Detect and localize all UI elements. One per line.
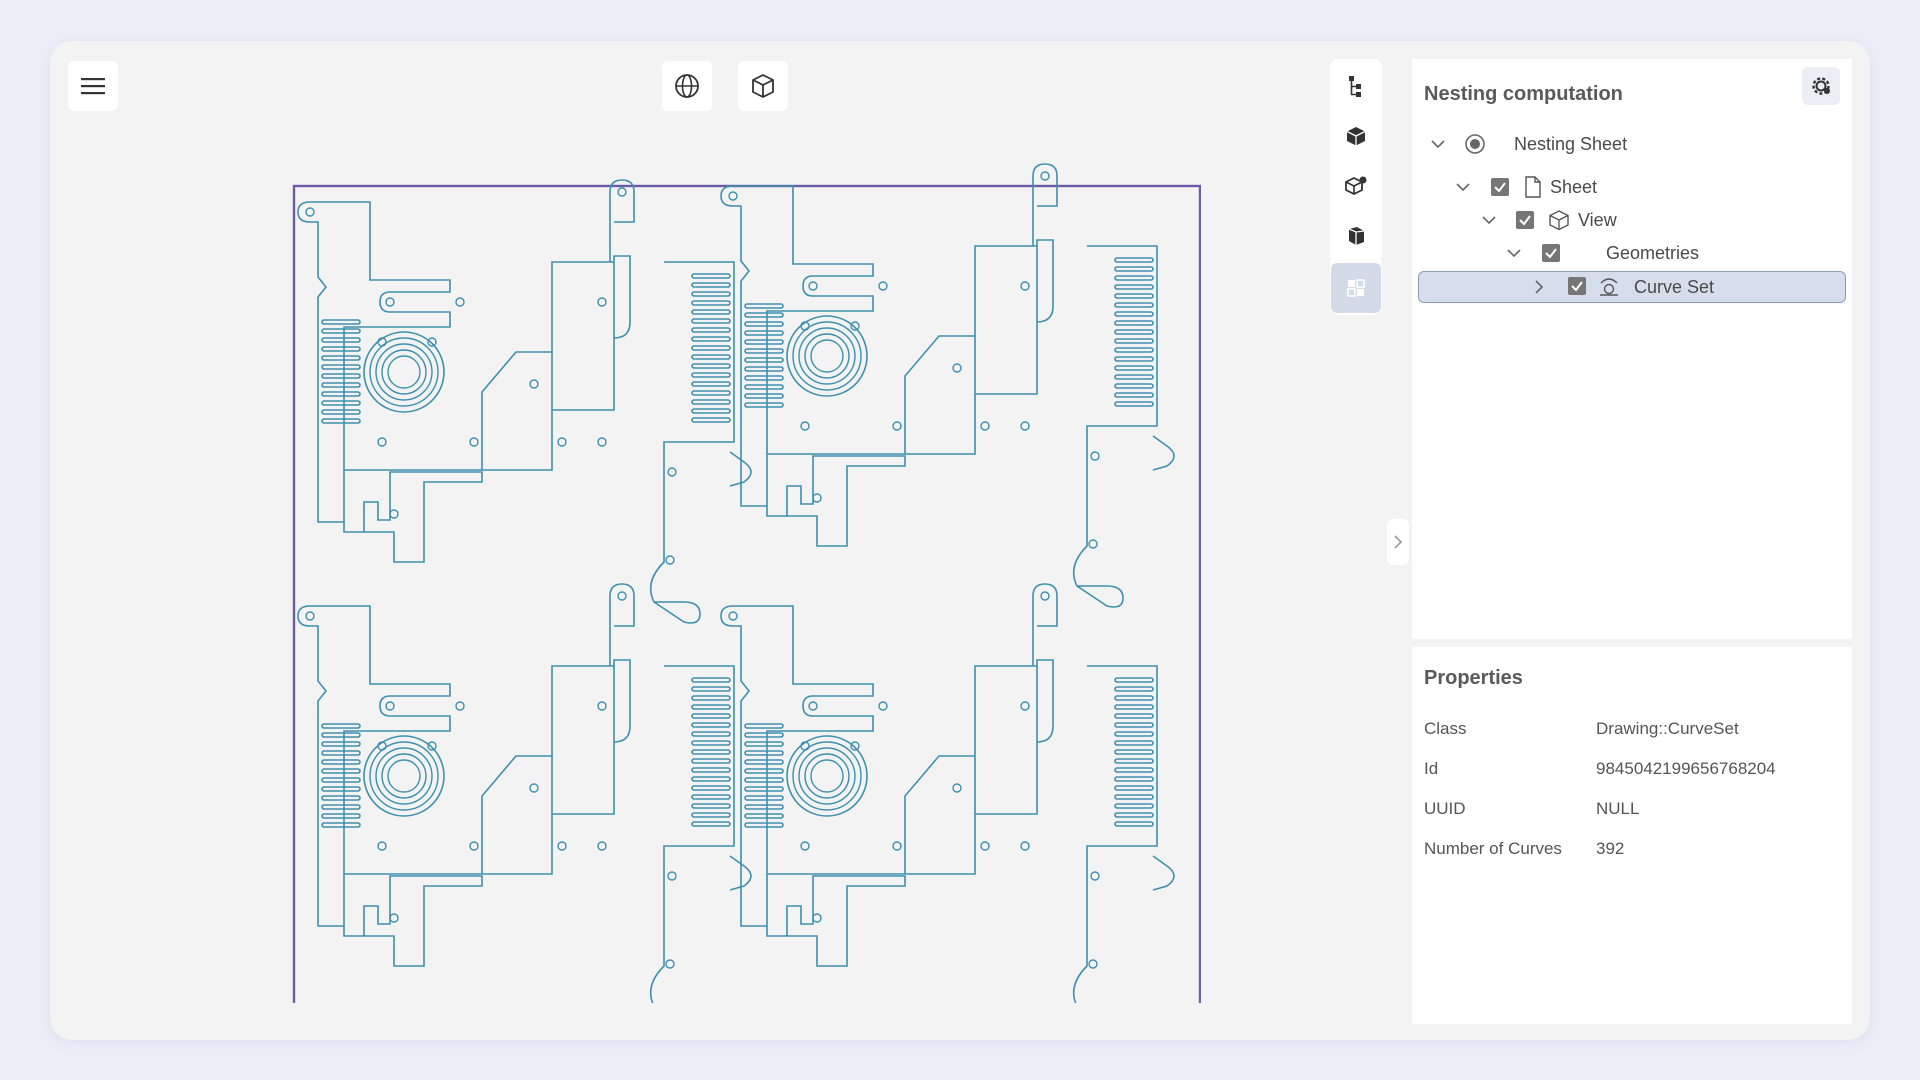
curve-set-icon <box>1598 275 1620 297</box>
tree-node-sheet[interactable]: Sheet <box>1418 171 1844 203</box>
tree-node-view[interactable]: View <box>1418 204 1844 236</box>
panel-collapse-handle[interactable] <box>1387 519 1409 565</box>
tree-node-geometries[interactable]: Geometries <box>1418 237 1844 269</box>
chevron-down-icon <box>1456 183 1470 192</box>
properties-panel: Properties Class Drawing::CurveSet Id 98… <box>1412 647 1852 1024</box>
chevron-right-icon <box>1394 535 1403 549</box>
grid-view-button[interactable] <box>1331 263 1381 313</box>
property-label: Id <box>1424 759 1439 778</box>
tree-node-curve-set[interactable]: Curve Set <box>1418 271 1846 303</box>
nested-part-3 <box>297 583 752 1003</box>
cube-outline-icon <box>1548 209 1570 231</box>
property-label: Number of Curves <box>1424 839 1562 858</box>
visibility-checkbox[interactable] <box>1491 178 1509 196</box>
hamburger-icon <box>81 78 105 95</box>
tree-node-label: Sheet <box>1550 177 1598 197</box>
expand-toggle[interactable] <box>1455 179 1471 195</box>
nesting-sheet-drawing <box>292 163 1201 1003</box>
tree-node-nesting-sheet[interactable]: Nesting Sheet <box>1418 128 1844 160</box>
nested-part-1 <box>297 179 752 624</box>
chevron-right-icon <box>1535 280 1544 294</box>
tree-icon <box>1349 76 1361 97</box>
property-value: NULL <box>1596 799 1640 818</box>
box-side-view-button[interactable] <box>1331 211 1381 261</box>
menu-button[interactable] <box>68 61 118 111</box>
chevron-down-icon <box>1507 249 1521 258</box>
check-icon <box>1571 281 1583 292</box>
nesting-canvas[interactable] <box>292 144 1201 1003</box>
grid-view-icon <box>1347 279 1365 297</box>
nested-part-4 <box>720 583 1175 1003</box>
tree-view-button[interactable] <box>1331 61 1381 111</box>
expand-toggle[interactable] <box>1506 245 1522 261</box>
check-icon <box>1519 215 1531 226</box>
globe-icon <box>675 74 699 98</box>
expand-toggle[interactable] <box>1481 212 1497 228</box>
tree-node-label: Nesting Sheet <box>1514 134 1628 154</box>
nested-part-2 <box>720 163 1175 608</box>
radio-icon <box>1464 133 1486 155</box>
right-panel: Nesting computation Nesting Sheet Sheet … <box>1412 59 1852 1024</box>
tree-node-label: Geometries <box>1606 243 1700 263</box>
app-window: Nesting computation Nesting Sheet Sheet … <box>50 41 1870 1040</box>
check-icon <box>1494 182 1506 193</box>
scene-tree-panel: Nesting computation Nesting Sheet Sheet … <box>1412 59 1852 639</box>
panel-title: Nesting computation <box>1424 83 1623 105</box>
expand-toggle[interactable] <box>1531 279 1547 295</box>
property-label: UUID <box>1424 799 1466 818</box>
document-icon <box>1522 176 1544 198</box>
expand-toggle[interactable] <box>1430 136 1446 152</box>
cube-icon <box>752 74 774 98</box>
visibility-checkbox[interactable] <box>1568 277 1586 295</box>
properties-title: Properties <box>1424 667 1523 689</box>
gear-icon <box>1812 77 1830 95</box>
visibility-checkbox[interactable] <box>1542 244 1560 262</box>
property-value: Drawing::CurveSet <box>1596 719 1739 738</box>
chevron-down-icon <box>1482 216 1496 225</box>
connected-view-button[interactable] <box>1331 161 1381 211</box>
box-side-icon <box>1348 227 1365 245</box>
check-icon <box>1545 248 1557 259</box>
settings-button[interactable] <box>1802 67 1840 105</box>
cube-connect-icon <box>1345 176 1367 196</box>
visibility-checkbox[interactable] <box>1516 211 1534 229</box>
chevron-down-icon <box>1431 140 1445 149</box>
solid-view-button[interactable] <box>1331 111 1381 161</box>
property-label: Class <box>1424 719 1467 738</box>
property-value: 9845042199656768204 <box>1596 759 1776 778</box>
globe-view-button[interactable] <box>662 61 712 111</box>
property-value: 392 <box>1596 839 1625 858</box>
tree-node-label: Curve Set <box>1634 277 1715 297</box>
3d-view-button[interactable] <box>738 61 788 111</box>
solid-cube-icon <box>1346 127 1366 146</box>
side-toolbar <box>1330 59 1382 315</box>
tree-node-label: View <box>1578 210 1617 230</box>
